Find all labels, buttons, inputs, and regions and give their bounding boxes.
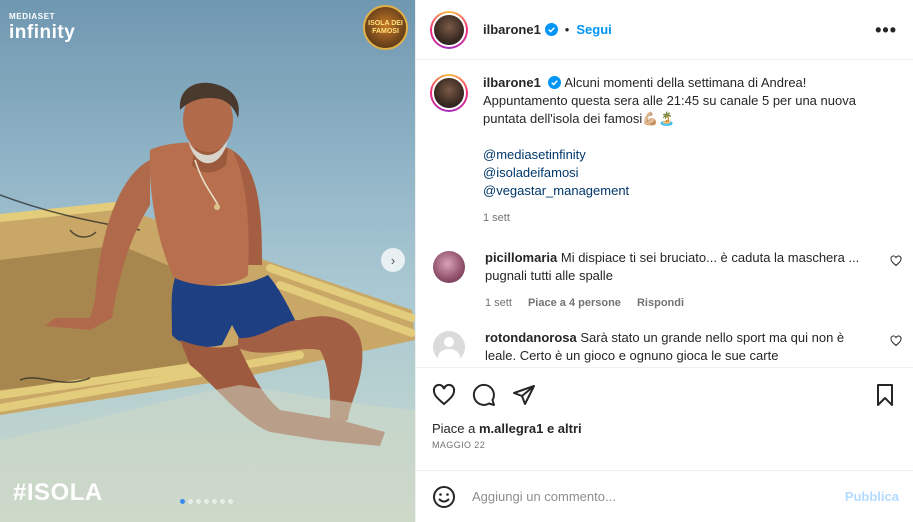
likes-suffix[interactable]: e altri (547, 421, 582, 436)
commenter-username[interactable]: rotondanorosa (485, 330, 577, 345)
commenter-avatar[interactable] (433, 331, 465, 363)
comment-meta: 1 sett Piace a 4 persone Rispondi (485, 294, 875, 312)
likes-summary[interactable]: Piace a m.allegra1 e altri (416, 421, 913, 436)
author-username[interactable]: ilbarone1 (483, 22, 541, 37)
verified-badge-icon (548, 76, 562, 89)
post-actions: Piace a m.allegra1 e altri MAGGIO 22 (416, 367, 913, 475)
comment-input[interactable]: Aggiungi un commento... (472, 489, 845, 504)
carousel-dot (188, 499, 193, 504)
isola-logo: ISOLA DEI FAMOSI (363, 5, 408, 50)
comment-bubble-icon[interactable] (472, 383, 496, 407)
likes-prefix: Piace a (432, 421, 476, 436)
reply-button[interactable]: Rispondi (637, 297, 684, 309)
likes-user[interactable]: m.allegra1 (479, 421, 543, 436)
post-details-panel: ilbarone1 • Segui ••• ilbarone1 Alcuni m… (415, 0, 913, 522)
caption-line-1: Alcuni momenti della settimana di Andrea… (564, 75, 807, 90)
carousel-dot (180, 499, 185, 504)
share-send-icon[interactable] (512, 383, 536, 407)
caption-line-2: Appuntamento questa sera alle 21:45 su c… (483, 93, 856, 108)
like-heart-icon[interactable] (432, 383, 456, 407)
like-comment-heart-icon[interactable] (890, 255, 902, 267)
action-icons-row (416, 368, 913, 408)
carousel-dot (228, 499, 233, 504)
post-date: MAGGIO 22 (432, 440, 486, 450)
follow-button[interactable]: Segui (576, 22, 611, 37)
emoji-smiley-icon[interactable] (432, 485, 456, 509)
caption-meta: 1 sett (483, 209, 883, 227)
comment-likes[interactable]: Piace a 4 persone (528, 297, 621, 309)
carousel-dot (196, 499, 201, 504)
commenter-avatar[interactable] (433, 251, 465, 283)
carousel-indicators (180, 499, 233, 504)
carousel-next-button[interactable]: › (381, 248, 405, 272)
chevron-right-icon: › (390, 252, 396, 268)
mention-link[interactable]: @vegastar_management (483, 182, 883, 200)
author-avatar[interactable] (430, 10, 468, 49)
mention-link[interactable]: @isoladeifamosi (483, 164, 883, 182)
caption-username[interactable]: ilbarone1 (483, 75, 541, 90)
commenter-username[interactable]: picillomaria (485, 250, 557, 265)
caption-block: ilbarone1 Alcuni momenti della settimana… (416, 74, 913, 227)
hashtag-overlay: #ISOLA (13, 479, 103, 506)
carousel-dot (212, 499, 217, 504)
comment-line-1: Sarà stato un grande nello sport ma qui … (580, 330, 845, 345)
publish-button[interactable]: Pubblica (845, 489, 899, 504)
comment-line-2: leale. Certo è un gioco e ognuno gioca l… (485, 348, 779, 363)
comment-item: rotondanorosa Sarà stato un grande nello… (416, 329, 913, 365)
mediaset-infinity-watermark: MEDIASET infinity (9, 12, 76, 43)
verified-badge-icon (544, 23, 558, 36)
comment-text: picillomaria Mi dispiace ti sei bruciato… (485, 249, 875, 312)
comment-composer: Aggiungi un commento... Pubblica (416, 470, 913, 522)
comment-text: rotondanorosa Sarà stato un grande nello… (485, 329, 875, 365)
comments-scroll-area[interactable]: ilbarone1 Alcuni momenti della settimana… (416, 61, 913, 366)
watermark-small-text: MEDIASET (9, 12, 56, 21)
caption-author-avatar[interactable] (430, 74, 468, 112)
post-header: ilbarone1 • Segui ••• (416, 0, 913, 60)
comment-item: picillomaria Mi dispiace ti sei bruciato… (416, 249, 913, 312)
header-separator: • (564, 22, 570, 37)
post-image[interactable]: MEDIASET infinity ISOLA DEI FAMOSI › #IS… (0, 0, 415, 522)
more-options-icon[interactable]: ••• (875, 20, 897, 41)
isola-logo-text: ISOLA DEI FAMOSI (368, 20, 403, 35)
comment-time[interactable]: 1 sett (485, 297, 512, 309)
caption-text: ilbarone1 Alcuni momenti della settimana… (483, 74, 883, 227)
carousel-dot (204, 499, 209, 504)
like-comment-heart-icon[interactable] (890, 335, 902, 347)
caption-time[interactable]: 1 sett (483, 212, 510, 224)
photo-scene (0, 82, 415, 522)
caption-line-3: puntata dell'isola dei famosi💪🏼🏝️ (483, 111, 675, 126)
watermark-big-text: infinity (9, 22, 76, 43)
save-bookmark-icon[interactable] (873, 383, 897, 407)
carousel-dot (220, 499, 225, 504)
mention-link[interactable]: @mediasetinfinity (483, 146, 883, 164)
comment-line-1: Mi dispiace ti sei bruciato... è caduta … (560, 250, 860, 265)
comment-line-2: pugnali tutti alle spalle (485, 268, 613, 283)
